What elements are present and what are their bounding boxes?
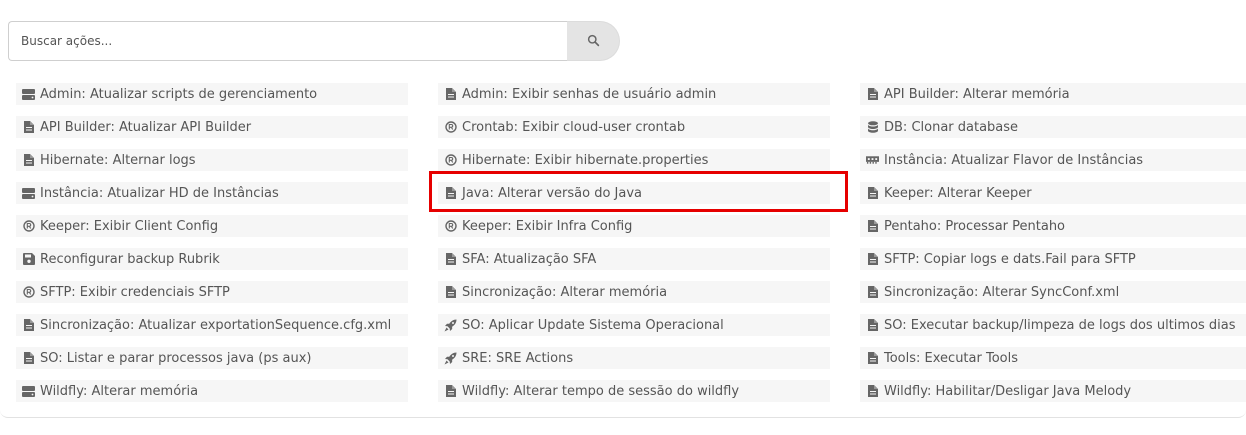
action-label: Instância: Atualizar HD de Instâncias (40, 185, 279, 201)
action-label: Sincronização: Alterar memória (462, 284, 668, 300)
action-label: SFTP: Exibir credenciais SFTP (40, 284, 230, 300)
action-label: SFA: Atualização SFA (462, 251, 597, 267)
file-icon (444, 385, 457, 398)
action-label: Keeper: Exibir Client Config (40, 218, 219, 234)
search-button[interactable] (567, 21, 620, 61)
file-icon (22, 121, 35, 134)
registered-icon (444, 121, 457, 134)
action-item[interactable]: DB: Clonar database (860, 116, 1246, 138)
action-item[interactable]: Sincronização: Alterar SyncConf.xml (860, 281, 1246, 303)
registered-icon (444, 154, 457, 167)
action-item[interactable]: Instância: Atualizar Flavor de Instância… (860, 149, 1246, 171)
file-icon (444, 286, 457, 299)
action-item[interactable]: SFA: Atualização SFA (438, 248, 830, 270)
action-label: Wildfly: Habilitar/Desligar Java Melody (884, 383, 1132, 399)
file-icon (866, 187, 879, 200)
action-item[interactable]: Sincronização: Alterar memória (438, 281, 830, 303)
action-label: SO: Executar backup/limpeza de logs dos … (884, 317, 1236, 333)
action-label: Admin: Exibir senhas de usuário admin (462, 86, 717, 102)
action-item[interactable]: Keeper: Exibir Client Config (16, 215, 408, 237)
action-item[interactable]: Wildfly: Habilitar/Desligar Java Melody (860, 380, 1246, 402)
action-item[interactable]: Sincronização: Atualizar exportationSequ… (16, 314, 408, 336)
action-label: Reconfigurar backup Rubrik (40, 251, 220, 267)
action-label: Keeper: Exibir Infra Config (462, 218, 633, 234)
action-label: SO: Listar e parar processos java (ps au… (40, 350, 312, 366)
action-label: Keeper: Alterar Keeper (884, 185, 1032, 201)
rocket-icon (444, 319, 457, 332)
action-item[interactable]: Pentaho: Processar Pentaho (860, 215, 1246, 237)
action-label: DB: Clonar database (884, 119, 1019, 135)
action-item[interactable]: API Builder: Alterar memória (860, 83, 1246, 105)
file-icon (444, 187, 457, 200)
file-icon (444, 253, 457, 266)
action-label: Pentaho: Processar Pentaho (884, 218, 1066, 234)
file-icon (866, 253, 879, 266)
action-label: SO: Aplicar Update Sistema Operacional (462, 317, 724, 333)
action-item[interactable]: Keeper: Alterar Keeper (860, 182, 1246, 204)
action-label: Tools: Executar Tools (884, 350, 1018, 366)
action-label: Admin: Atualizar scripts de gerenciament… (40, 86, 318, 102)
action-item[interactable]: Tools: Executar Tools (860, 347, 1246, 369)
registered-icon (22, 286, 35, 299)
action-label: SFTP: Copiar logs e dats.Fail para SFTP (884, 251, 1136, 267)
file-icon (22, 154, 35, 167)
registered-icon (22, 220, 35, 233)
action-item[interactable]: Admin: Atualizar scripts de gerenciament… (16, 83, 408, 105)
action-item[interactable]: Admin: Exibir senhas de usuário admin (438, 83, 830, 105)
action-item[interactable]: SO: Listar e parar processos java (ps au… (16, 347, 408, 369)
file-icon (866, 88, 879, 101)
action-item[interactable]: SO: Executar backup/limpeza de logs dos … (860, 314, 1246, 336)
action-item[interactable]: Keeper: Exibir Infra Config (438, 215, 830, 237)
action-label: Sincronização: Atualizar exportationSequ… (40, 317, 392, 333)
action-item[interactable]: Instância: Atualizar HD de Instâncias (16, 182, 408, 204)
file-icon (866, 286, 879, 299)
action-label: Hibernate: Exibir hibernate.properties (462, 152, 709, 168)
action-label: API Builder: Alterar memória (884, 86, 1070, 102)
actions-grid: Admin: Atualizar scripts de gerenciament… (16, 83, 1246, 402)
file-icon (866, 352, 879, 365)
action-label: Hibernate: Alternar logs (40, 152, 196, 168)
file-icon (444, 88, 457, 101)
server-icon (22, 88, 35, 101)
search-input[interactable] (8, 21, 568, 61)
search-icon (587, 32, 600, 51)
action-item[interactable]: SRE: SRE Actions (438, 347, 830, 369)
action-label: SRE: SRE Actions (462, 350, 574, 366)
action-item[interactable]: Wildfly: Alterar memória (16, 380, 408, 402)
database-icon (866, 121, 879, 134)
action-item[interactable]: Java: Alterar versão do Java (438, 182, 830, 204)
action-item[interactable]: SFTP: Exibir credenciais SFTP (16, 281, 408, 303)
memory-icon (866, 154, 879, 167)
action-label: Wildfly: Alterar tempo de sessão do wild… (462, 383, 740, 399)
action-label: Sincronização: Alterar SyncConf.xml (884, 284, 1120, 300)
file-icon (866, 220, 879, 233)
server-icon (22, 187, 35, 200)
action-item[interactable]: Reconfigurar backup Rubrik (16, 248, 408, 270)
file-icon (22, 352, 35, 365)
action-item[interactable]: Hibernate: Alternar logs (16, 149, 408, 171)
action-item[interactable]: Wildfly: Alterar tempo de sessão do wild… (438, 380, 830, 402)
action-label: Instância: Atualizar Flavor de Instância… (884, 152, 1144, 168)
rocket-icon (444, 352, 457, 365)
action-label: Wildfly: Alterar memória (40, 383, 199, 399)
action-item[interactable]: Crontab: Exibir cloud-user crontab (438, 116, 830, 138)
save-icon (22, 253, 35, 266)
action-item[interactable]: SFTP: Copiar logs e dats.Fail para SFTP (860, 248, 1246, 270)
file-icon (866, 385, 879, 398)
action-item[interactable]: SO: Aplicar Update Sistema Operacional (438, 314, 830, 336)
search-bar (8, 21, 620, 61)
action-item[interactable]: API Builder: Atualizar API Builder (16, 116, 408, 138)
file-icon (22, 319, 35, 332)
action-label: API Builder: Atualizar API Builder (40, 119, 252, 135)
registered-icon (444, 220, 457, 233)
action-label: Crontab: Exibir cloud-user crontab (462, 119, 686, 135)
action-item[interactable]: Hibernate: Exibir hibernate.properties (438, 149, 830, 171)
server-icon (22, 385, 35, 398)
action-label: Java: Alterar versão do Java (462, 185, 643, 201)
file-icon (866, 319, 879, 332)
